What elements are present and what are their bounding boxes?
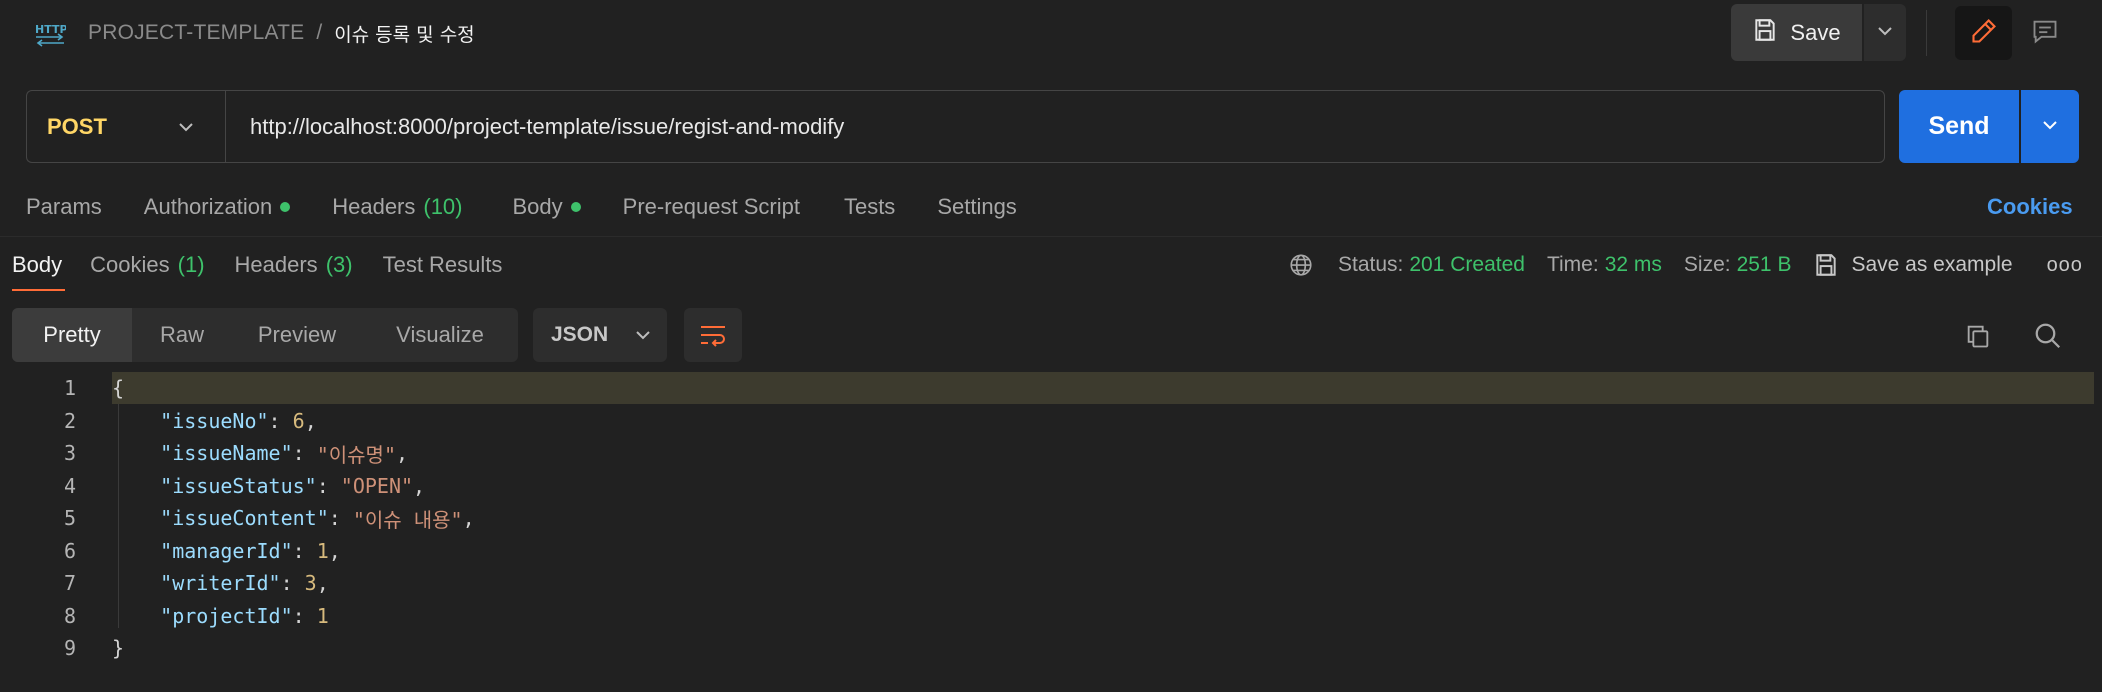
authorization-status-dot: [280, 202, 291, 212]
response-tab-headers[interactable]: Headers (3): [235, 252, 353, 278]
response-meta: Status: 201 Created Time: 32 ms Size: 25…: [1288, 248, 2083, 282]
code-text: "issueName": "이슈명",: [112, 441, 409, 467]
code-text: }: [112, 636, 125, 660]
code-line: 2 "issueNo": 6,: [0, 405, 2102, 437]
wrap-lines-icon: [699, 323, 727, 347]
comment-icon: [2031, 17, 2059, 50]
line-number: 3: [63, 441, 76, 465]
headers-count: (10): [423, 194, 463, 219]
chevron-down-icon: [1876, 24, 1894, 42]
url-input[interactable]: http://localhost:8000/project-template/i…: [225, 90, 1885, 163]
size-label: Size:: [1683, 253, 1731, 276]
line-number: 6: [63, 538, 76, 563]
section-divider: [0, 236, 2102, 237]
view-pretty[interactable]: Pretty: [12, 308, 132, 362]
svg-text:HTTP: HTTP: [35, 23, 66, 36]
tab-settings[interactable]: Settings: [937, 194, 1017, 220]
line-number: 7: [63, 571, 76, 595]
method-value: POST: [47, 113, 107, 139]
code-text: "issueNo": 6,: [112, 408, 317, 433]
code-text: "issueContent": "이슈 내용",: [112, 506, 475, 532]
line-number: 4: [63, 473, 76, 498]
globe-icon[interactable]: [1288, 252, 1314, 278]
code-line: 9}: [0, 632, 2102, 664]
line-number: 2: [63, 408, 76, 433]
response-tabs: Body Cookies (1) Headers (3) Test Result…: [12, 248, 502, 282]
save-label: Save: [1790, 19, 1841, 45]
code-line: 1{: [0, 372, 2102, 404]
line-number: 9: [63, 636, 76, 660]
chevron-down-icon: [634, 329, 652, 341]
size-value[interactable]: 251 B: [1737, 253, 1792, 277]
save-icon: [1813, 252, 1839, 278]
view-visualize[interactable]: Visualize: [362, 308, 518, 362]
code-text: "projectId": 1: [112, 603, 329, 628]
response-body-editor[interactable]: 1{2 "issueNo": 6,3 "issueName": "이슈명", 4 …: [0, 372, 2102, 692]
search-icon: [2033, 321, 2063, 351]
code-line: 8 "projectId": 1: [0, 600, 2102, 632]
view-raw[interactable]: Raw: [132, 308, 232, 362]
copy-button[interactable]: [1960, 318, 1996, 354]
view-preview[interactable]: Preview: [232, 308, 362, 362]
wrap-lines-button[interactable]: [684, 308, 742, 362]
tab-headers[interactable]: Headers (10): [332, 194, 462, 220]
code-line: 3 "issueName": "이슈명",: [0, 437, 2102, 469]
code-text: "writerId": 3,: [112, 571, 329, 595]
code-text: "managerId": 1,: [112, 538, 341, 563]
response-tab-body[interactable]: Body: [12, 252, 62, 278]
tab-pre-request-script[interactable]: Pre-request Script: [623, 194, 800, 220]
save-button[interactable]: Save: [1731, 4, 1862, 61]
response-tab-cookies[interactable]: Cookies (1): [90, 252, 204, 278]
breadcrumb: PROJECT-TEMPLATE / 이슈 등록 및 수정: [88, 18, 475, 48]
http-icon: HTTP: [34, 18, 68, 48]
response-headers-count: (3): [325, 252, 353, 277]
active-tab-indicator: [12, 289, 65, 291]
line-number: 8: [63, 603, 76, 628]
time-label: Time:: [1546, 253, 1599, 276]
code-line: 6 "managerId": 1,: [0, 535, 2102, 567]
tab-body[interactable]: Body: [513, 194, 581, 220]
status-value[interactable]: 201 Created: [1409, 253, 1525, 277]
chevron-down-icon: [2041, 118, 2059, 136]
comments-button[interactable]: [2018, 6, 2072, 60]
send-options-button[interactable]: [2021, 90, 2079, 163]
response-cookies-count: (1): [177, 252, 205, 277]
cookies-link[interactable]: Cookies: [1987, 190, 2073, 224]
tab-params[interactable]: Params: [26, 194, 102, 220]
time-value[interactable]: 32 ms: [1605, 253, 1662, 277]
copy-icon: [1964, 322, 1992, 350]
format-select[interactable]: JSON: [533, 308, 667, 362]
method-select[interactable]: POST: [26, 90, 225, 163]
code-text: "issueStatus": "OPEN",: [112, 473, 426, 498]
edit-button[interactable]: [1955, 6, 2012, 60]
tab-authorization[interactable]: Authorization: [144, 194, 291, 220]
pencil-icon: [1970, 17, 1998, 50]
code-text: {: [112, 372, 2094, 404]
chevron-down-icon: [177, 115, 195, 145]
save-as-example-button[interactable]: Save as example: [1813, 252, 2013, 278]
breadcrumb-separator: /: [316, 21, 323, 44]
save-as-example-label: Save as example: [1851, 253, 2013, 276]
more-options-icon[interactable]: ooo: [2047, 254, 2083, 277]
body-status-dot: [570, 202, 581, 212]
request-name[interactable]: 이슈 등록 및 수정: [334, 20, 474, 47]
code-line: 7 "writerId": 3,: [0, 567, 2102, 599]
response-tab-test-results[interactable]: Test Results: [383, 252, 503, 278]
toolbar-divider: [1926, 10, 1927, 56]
line-number: 1: [63, 376, 76, 400]
tab-tests[interactable]: Tests: [844, 194, 895, 220]
format-value: JSON: [551, 323, 609, 346]
send-button[interactable]: Send: [1899, 90, 2019, 163]
breadcrumb-collection[interactable]: PROJECT-TEMPLATE: [88, 21, 304, 45]
line-number: 5: [63, 506, 76, 530]
save-options-button[interactable]: [1864, 4, 1906, 61]
view-mode-switcher: Pretty Raw Preview Visualize: [12, 308, 518, 362]
code-line: 4 "issueStatus": "OPEN",: [0, 470, 2102, 502]
save-icon: [1752, 17, 1778, 49]
status-label: Status:: [1338, 253, 1404, 276]
request-tabs: Params Authorization Headers (10) Body P…: [26, 190, 1017, 224]
search-button[interactable]: [2030, 318, 2066, 354]
code-line: 5 "issueContent": "이슈 내용",: [0, 502, 2102, 534]
